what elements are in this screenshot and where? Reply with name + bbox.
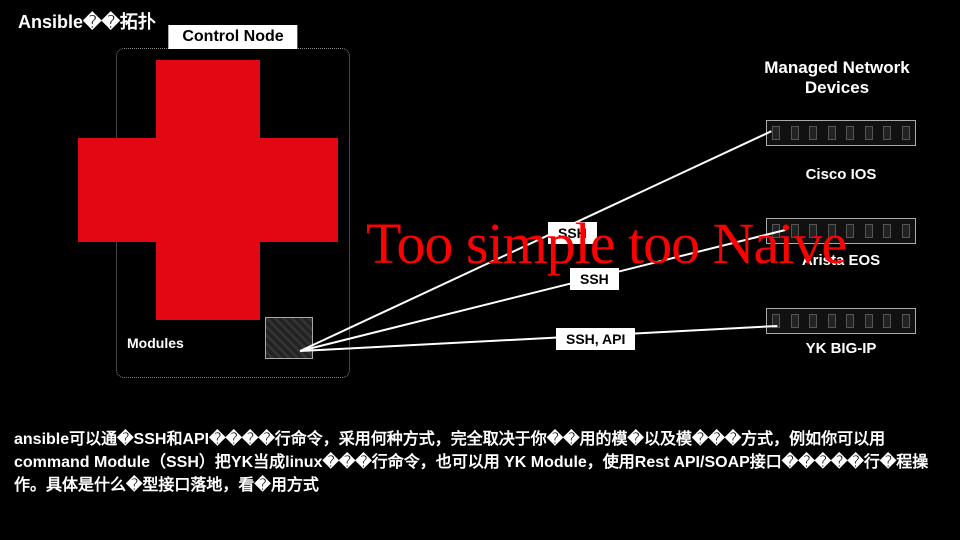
device-label-cisco: Cisco IOS [766,166,916,183]
footer-text: ansible可以通�SSH和API����行命令，采用何种方式，完全取决于你�… [14,428,944,498]
device-cisco [766,120,916,146]
managed-devices-label: Managed Network Devices [742,58,932,99]
device-label-bigip: YK BIG-IP [766,340,916,357]
overlay-text: Too simple too Naive [366,210,846,277]
conn-tag-sshapi: SSH, API [556,328,635,350]
page-title: Ansible��拓扑 [18,8,156,34]
modules-icon [265,317,313,359]
line-sshapi [300,325,777,352]
red-cross-icon [78,60,338,320]
device-bigip [766,308,916,334]
